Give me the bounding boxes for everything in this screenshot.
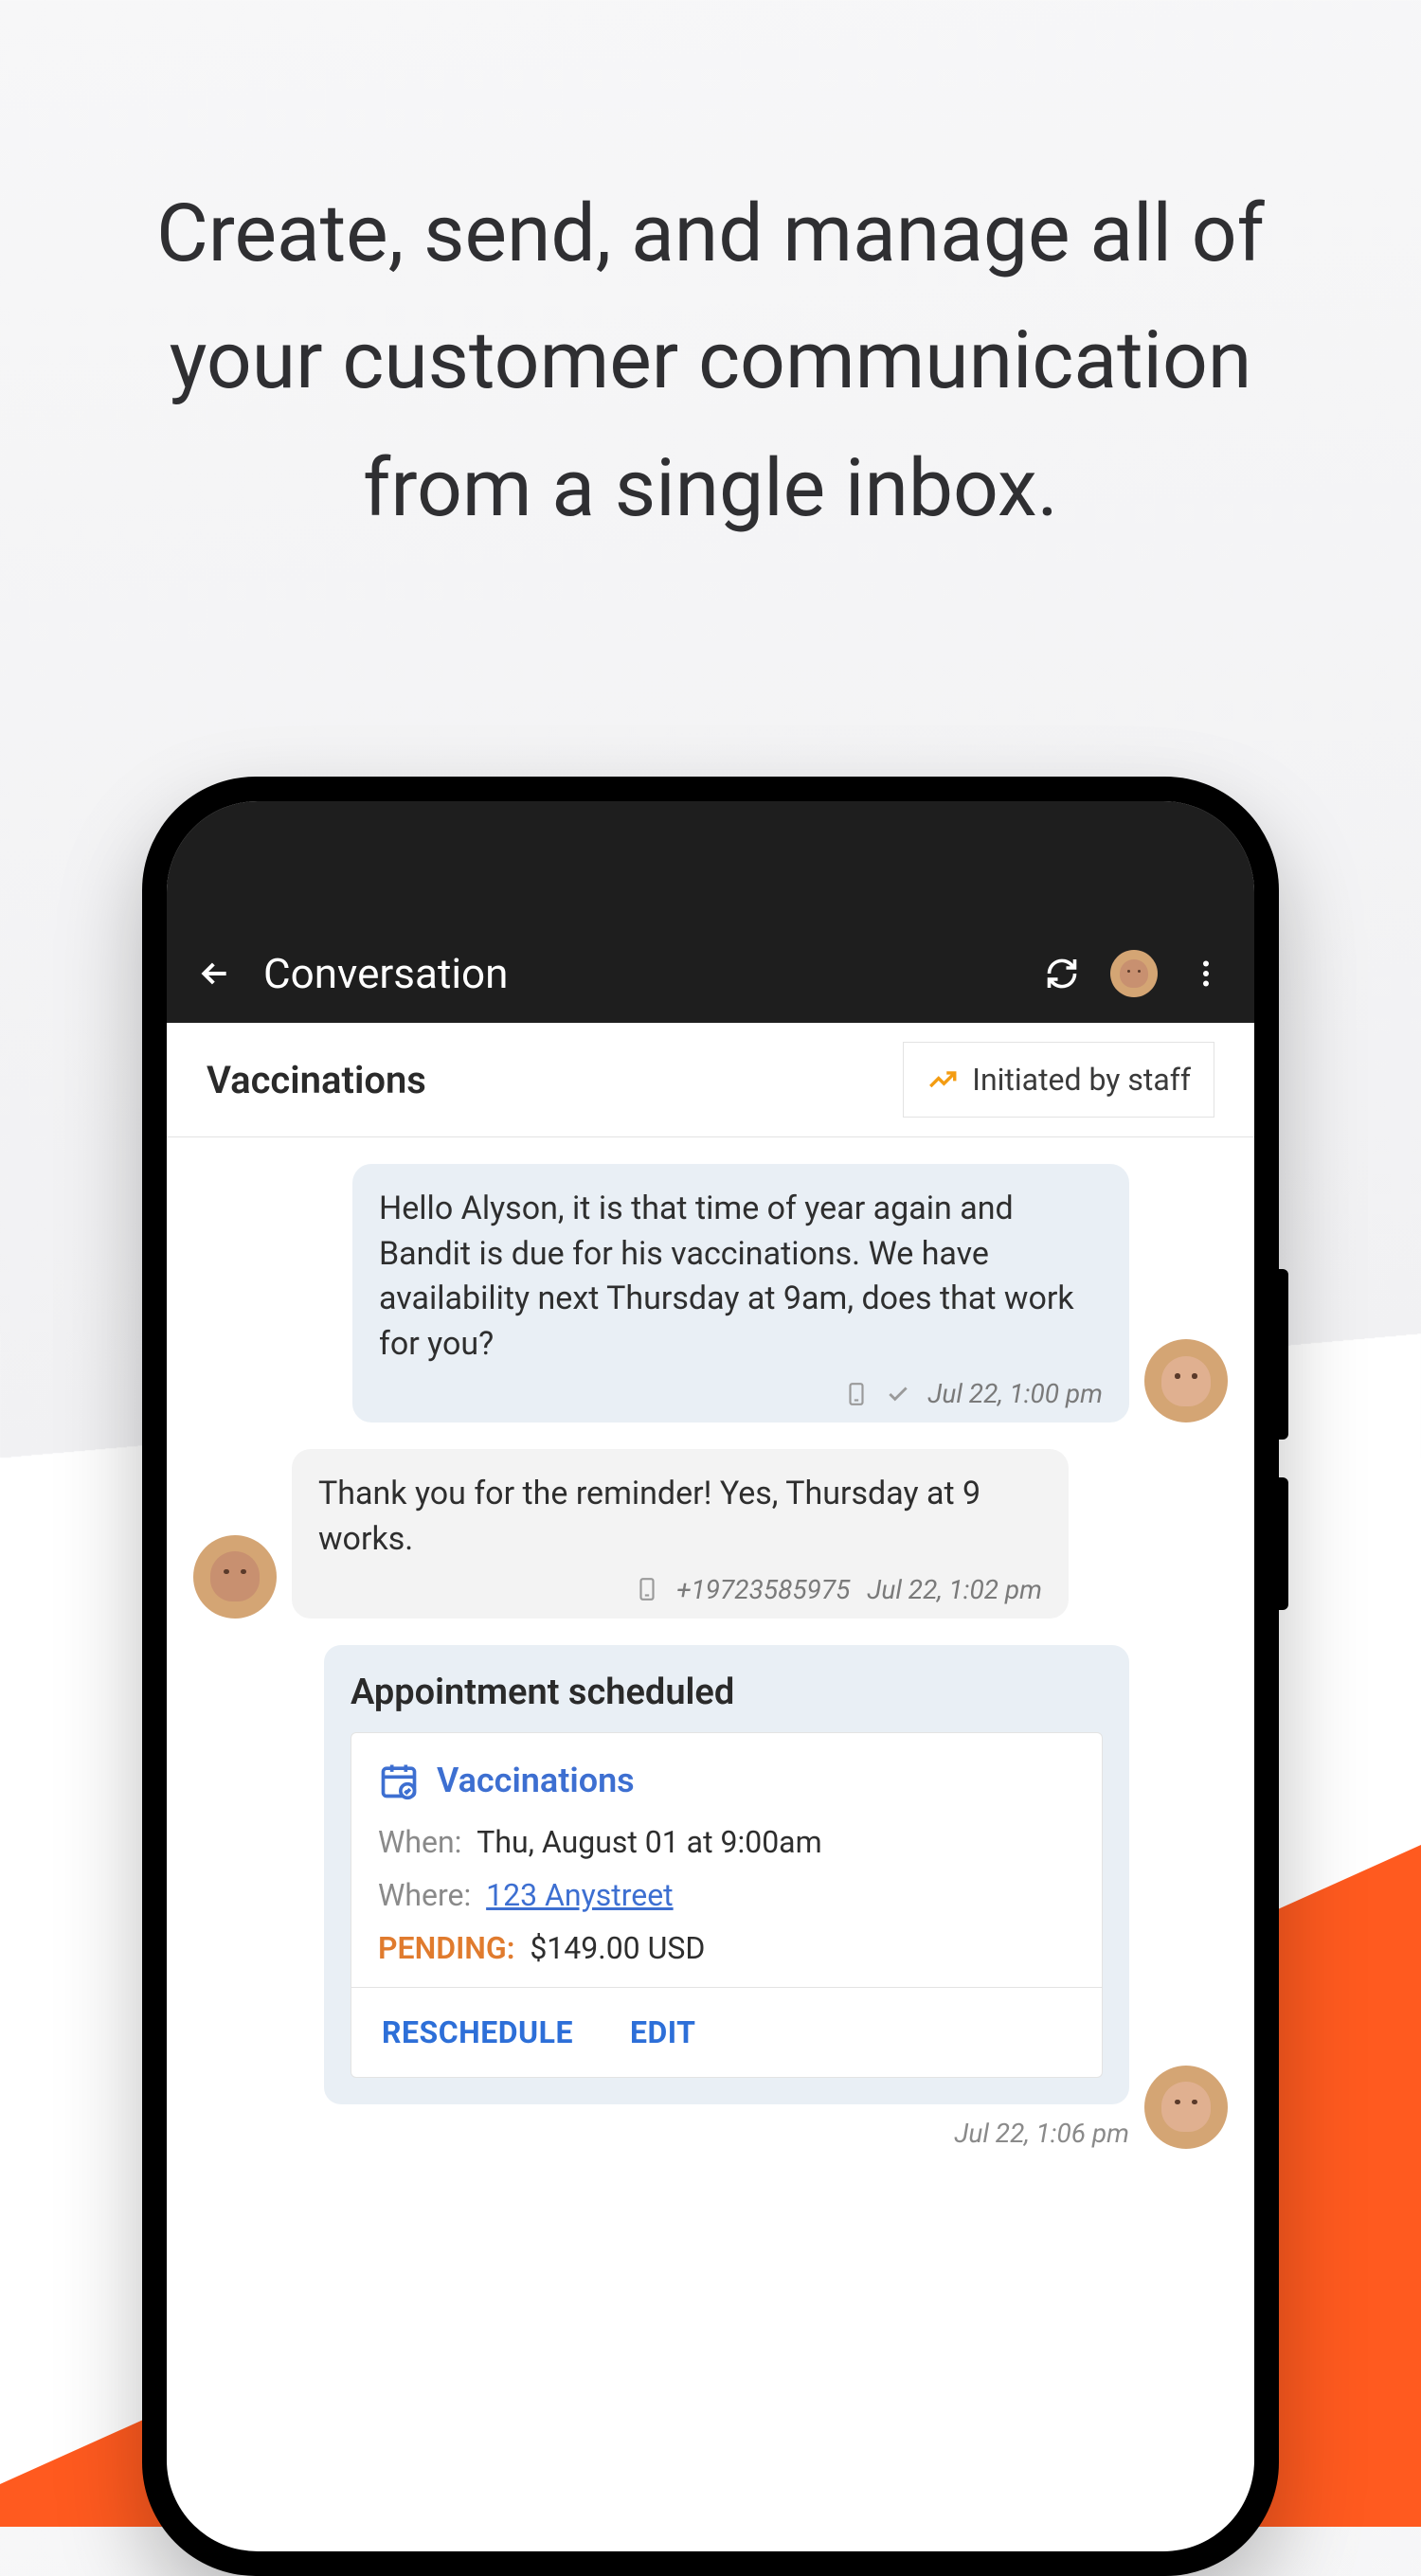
message-timestamp: Jul 22, 1:02 pm xyxy=(867,1574,1042,1605)
staff-avatar[interactable] xyxy=(1144,1339,1228,1422)
appointment-where: Where: 123 Anystreet xyxy=(378,1877,1075,1913)
staff-avatar[interactable] xyxy=(1144,2066,1228,2149)
message-meta: Jul 22, 1:00 pm xyxy=(379,1378,1103,1409)
arrow-left-icon xyxy=(196,955,234,993)
marketing-headline: Create, send, and manage all of your cus… xyxy=(0,170,1421,552)
appointment-type-label: Vaccinations xyxy=(437,1761,635,1800)
where-label: Where: xyxy=(378,1877,471,1913)
conversation-topic: Vaccinations xyxy=(207,1058,426,1102)
phone-frame: Conversation Vaccinations Initiated by s… xyxy=(142,777,1279,2576)
more-vertical-icon xyxy=(1189,957,1223,991)
message-meta: +19723585975 Jul 22, 1:02 pm xyxy=(318,1574,1042,1605)
message-timestamp: Jul 22, 1:06 pm xyxy=(324,2118,1129,2149)
refresh-icon xyxy=(1045,957,1079,991)
status-bar xyxy=(167,801,1254,924)
reschedule-button[interactable]: RESCHEDULE xyxy=(382,2014,573,2050)
customer-message-bubble: Thank you for the reminder! Yes, Thursda… xyxy=(292,1449,1069,1618)
staff-message-bubble: Hello Alyson, it is that time of year ag… xyxy=(352,1164,1129,1422)
subheader: Vaccinations Initiated by staff xyxy=(167,1023,1254,1137)
when-value: Thu, August 01 at 9:00am xyxy=(477,1824,821,1860)
appointment-card: Appointment scheduled Vaccinations When:… xyxy=(324,1645,1129,2104)
appointment-when: When: Thu, August 01 at 9:00am xyxy=(378,1824,1075,1860)
message-row: Appointment scheduled Vaccinations When:… xyxy=(193,1645,1228,2149)
card-body: Vaccinations When: Thu, August 01 at 9:0… xyxy=(351,1732,1103,2078)
back-button[interactable] xyxy=(193,952,237,995)
status-label: PENDING: xyxy=(378,1930,514,1966)
where-link[interactable]: 123 Anystreet xyxy=(486,1877,674,1913)
sms-icon xyxy=(844,1382,869,1406)
edit-button[interactable]: EDIT xyxy=(630,2014,696,2050)
status-value: $149.00 USD xyxy=(530,1930,705,1966)
customer-avatar[interactable] xyxy=(193,1535,277,1619)
phone-side-button xyxy=(1279,1477,1288,1610)
appointment-type: Vaccinations xyxy=(378,1760,1075,1801)
chat-thread: Hello Alyson, it is that time of year ag… xyxy=(167,1137,1254,2149)
message-phone: +19723585975 xyxy=(676,1574,850,1605)
when-label: When: xyxy=(378,1824,461,1860)
phone-screen: Conversation Vaccinations Initiated by s… xyxy=(167,801,1254,2551)
message-text: Hello Alyson, it is that time of year ag… xyxy=(379,1187,1103,1367)
card-actions: RESCHEDULE EDIT xyxy=(351,1987,1102,2077)
user-avatar[interactable] xyxy=(1110,950,1158,997)
page-title: Conversation xyxy=(263,949,1014,998)
phone-side-button xyxy=(1279,1269,1288,1440)
more-menu-button[interactable] xyxy=(1184,952,1228,995)
app-bar: Conversation xyxy=(167,924,1254,1023)
sms-icon xyxy=(635,1577,659,1601)
initiated-by-chip[interactable]: Initiated by staff xyxy=(903,1042,1214,1118)
card-title: Appointment scheduled xyxy=(351,1672,1103,1713)
chip-label: Initiated by staff xyxy=(972,1062,1191,1098)
message-row: Hello Alyson, it is that time of year ag… xyxy=(193,1164,1228,1422)
trend-up-icon xyxy=(926,1064,959,1096)
calendar-check-icon xyxy=(378,1760,420,1801)
message-timestamp: Jul 22, 1:00 pm xyxy=(927,1378,1103,1409)
message-row: Thank you for the reminder! Yes, Thursda… xyxy=(193,1449,1228,1618)
message-text: Thank you for the reminder! Yes, Thursda… xyxy=(318,1472,1042,1562)
refresh-button[interactable] xyxy=(1040,952,1084,995)
check-icon xyxy=(886,1382,910,1406)
appointment-status: PENDING: $149.00 USD xyxy=(378,1930,1075,1966)
